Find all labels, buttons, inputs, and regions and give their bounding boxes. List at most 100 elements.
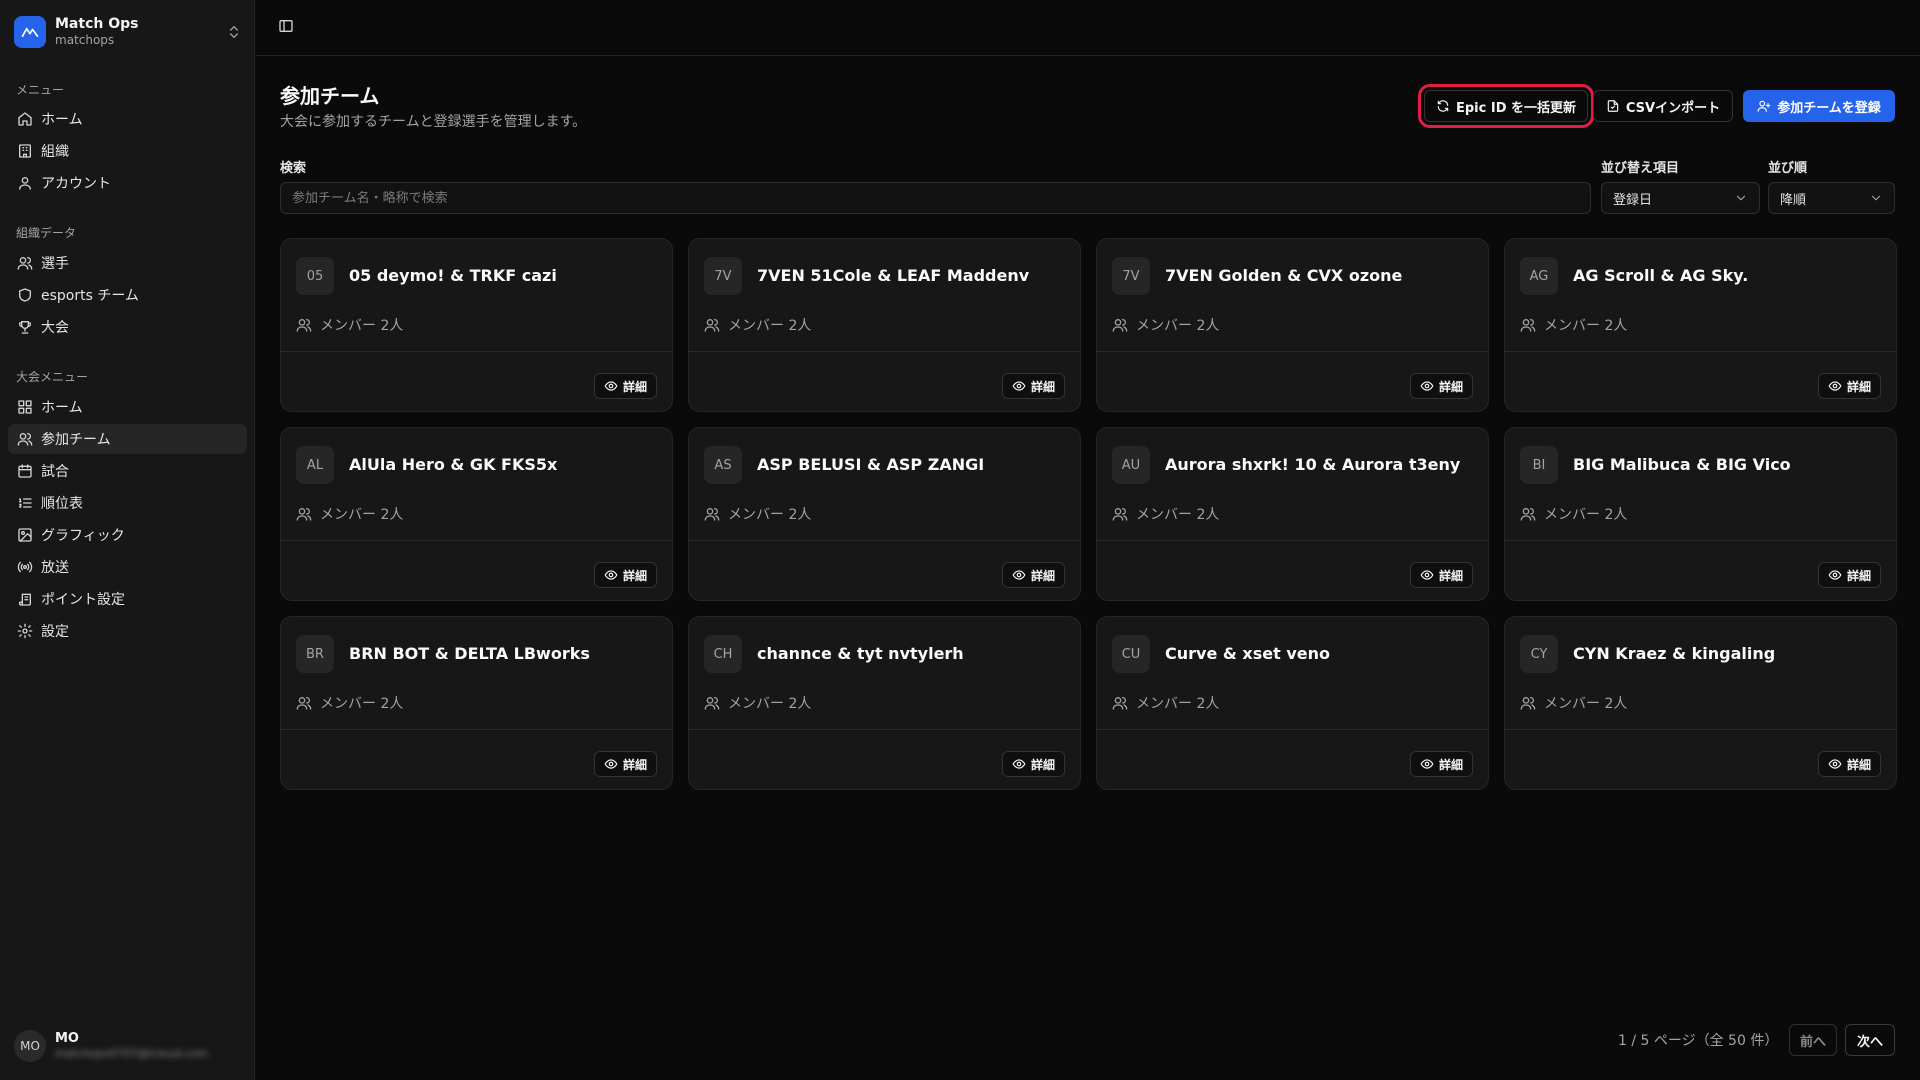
detail-button[interactable]: 詳細 [1001, 562, 1065, 588]
sidebar-item-esports-teams[interactable]: esports チーム [8, 280, 247, 310]
eye-icon [1828, 568, 1842, 582]
detail-label: 詳細 [1030, 568, 1055, 583]
detail-button[interactable]: 詳細 [1409, 751, 1473, 777]
users-icon [704, 695, 720, 711]
page-description: 大会に参加するチームと登録選手を管理します。 [280, 114, 587, 130]
sidebar: Match Ops matchops メニュー ホーム 組織 アカウント 組織デ… [0, 0, 255, 1080]
detail-button[interactable]: 詳細 [1817, 751, 1881, 777]
team-card[interactable]: CY CYN Kraez & kingaling メンバー 2人 詳細 [1504, 616, 1897, 790]
sidebar-item-label: 参加チーム [41, 432, 111, 448]
avatar: MO [14, 1030, 46, 1062]
detail-button[interactable]: 詳細 [1001, 373, 1065, 399]
chevron-down-icon [1869, 191, 1883, 205]
team-card[interactable]: 05 05 deymo! & TRKF cazi メンバー 2人 詳細 [280, 238, 673, 412]
members-count: メンバー 2人 [1544, 507, 1628, 523]
team-avatar: AG [1520, 257, 1558, 295]
search-input[interactable] [280, 182, 1591, 214]
sidebar-item-label: esports チーム [41, 288, 139, 304]
register-team-button[interactable]: 参加チームを登録 [1743, 90, 1895, 122]
team-card-body: 7V 7VEN Golden & CVX ozone メンバー 2人 [1097, 239, 1488, 352]
search-label: 検索 [280, 161, 307, 176]
sidebar-item-point-settings[interactable]: ポイント設定 [8, 584, 247, 614]
team-card[interactable]: CH channce & tyt nvtylerh メンバー 2人 詳細 [688, 616, 1081, 790]
members-count: メンバー 2人 [1544, 696, 1628, 712]
detail-label: 詳細 [622, 379, 647, 394]
sidebar-item-standings[interactable]: 順位表 [8, 488, 247, 518]
team-members: メンバー 2人 [1520, 693, 1627, 713]
team-card-body: 7V 7VEN 51Cole & LEAF Maddenv メンバー 2人 [689, 239, 1080, 352]
sidebar-group-label-tournament-menu: 大会メニュー [16, 370, 89, 384]
team-card[interactable]: AL AlUla Hero & GK FKS5x メンバー 2人 詳細 [280, 427, 673, 601]
sidebar-item-matches[interactable]: 試合 [8, 456, 247, 486]
team-avatar: AU [1112, 446, 1150, 484]
sidebar-item-organization[interactable]: 組織 [8, 136, 247, 166]
team-card[interactable]: CU Curve & xset veno メンバー 2人 詳細 [1096, 616, 1489, 790]
sidebar-item-graphics[interactable]: グラフィック [8, 520, 247, 550]
sort-field-select[interactable]: 登録日 [1601, 182, 1760, 214]
team-card[interactable]: BI BIG Malibuca & BIG Vico メンバー 2人 詳細 [1504, 427, 1897, 601]
sidebar-item-settings[interactable]: 設定 [8, 616, 247, 646]
detail-button[interactable]: 詳細 [1001, 751, 1065, 777]
csv-import-button[interactable]: CSVインポート [1593, 90, 1733, 122]
workspace-switcher[interactable]: Match Ops matchops [14, 14, 242, 50]
detail-button[interactable]: 詳細 [1409, 562, 1473, 588]
users-icon [1520, 317, 1536, 333]
members-count: メンバー 2人 [1136, 318, 1220, 334]
sort-field-label: 並び替え項目 [1601, 161, 1680, 176]
team-card[interactable]: AU Aurora shxrk! 10 & Aurora t3eny メンバー … [1096, 427, 1489, 601]
detail-button[interactable]: 詳細 [1817, 562, 1881, 588]
sidebar-item-participating-teams[interactable]: 参加チーム [8, 424, 247, 454]
detail-label: 詳細 [1030, 757, 1055, 772]
bulk-update-epic-id-button[interactable]: Epic ID を一括更新 [1418, 84, 1594, 128]
sidebar-item-label: ポイント設定 [41, 592, 125, 608]
sidebar-item-broadcast[interactable]: 放送 [8, 552, 247, 582]
team-card-body: BR BRN BOT & DELTA LBworks メンバー 2人 [281, 617, 672, 730]
sidebar-item-tournament-home[interactable]: ホーム [8, 392, 247, 422]
team-card[interactable]: AS ASP BELUSI & ASP ZANGI メンバー 2人 詳細 [688, 427, 1081, 601]
users-icon [17, 431, 41, 447]
team-card-body: 05 05 deymo! & TRKF cazi メンバー 2人 [281, 239, 672, 352]
team-name: Aurora shxrk! 10 & Aurora t3eny [1165, 455, 1461, 474]
team-avatar: AS [704, 446, 742, 484]
sidebar-item-home[interactable]: ホーム [8, 104, 247, 134]
home-icon [17, 111, 41, 127]
eye-icon [604, 757, 618, 771]
panel-left-icon[interactable] [278, 18, 294, 34]
eye-icon [1012, 568, 1026, 582]
detail-button[interactable]: 詳細 [1409, 373, 1473, 399]
team-card[interactable]: 7V 7VEN Golden & CVX ozone メンバー 2人 詳細 [1096, 238, 1489, 412]
detail-button[interactable]: 詳細 [593, 751, 657, 777]
detail-button[interactable]: 詳細 [1817, 373, 1881, 399]
sidebar-item-tournaments[interactable]: 大会 [8, 312, 247, 342]
prev-page-button[interactable]: 前へ [1789, 1024, 1837, 1056]
detail-button[interactable]: 詳細 [593, 373, 657, 399]
shield-icon [17, 287, 41, 303]
team-card[interactable]: 7V 7VEN 51Cole & LEAF Maddenv メンバー 2人 詳細 [688, 238, 1081, 412]
detail-label: 詳細 [1846, 379, 1871, 394]
team-avatar: CY [1520, 635, 1558, 673]
eye-icon [1828, 379, 1842, 393]
user-text: MO matchops0707@icloud.com [55, 1031, 208, 1061]
detail-button[interactable]: 詳細 [593, 562, 657, 588]
trophy-icon [17, 319, 41, 335]
sort-order-label: 並び順 [1768, 161, 1808, 176]
detail-label: 詳細 [1438, 568, 1463, 583]
team-card-body: AS ASP BELUSI & ASP ZANGI メンバー 2人 [689, 428, 1080, 541]
members-count: メンバー 2人 [1136, 696, 1220, 712]
team-card[interactable]: BR BRN BOT & DELTA LBworks メンバー 2人 詳細 [280, 616, 673, 790]
team-name: BIG Malibuca & BIG Vico [1573, 455, 1791, 474]
team-card[interactable]: AG AG Scroll & AG Sky. メンバー 2人 詳細 [1504, 238, 1897, 412]
users-icon [296, 506, 312, 522]
pagination-info: 1 / 5 ページ（全 50 件） [1618, 1033, 1779, 1049]
team-members: メンバー 2人 [296, 693, 403, 713]
next-page-button[interactable]: 次へ [1845, 1024, 1895, 1056]
sidebar-item-players[interactable]: 選手 [8, 248, 247, 278]
members-count: メンバー 2人 [1136, 507, 1220, 523]
team-card-grid: 05 05 deymo! & TRKF cazi メンバー 2人 詳細 7V 7… [280, 238, 1897, 790]
team-name: AlUla Hero & GK FKS5x [349, 455, 558, 474]
user-menu[interactable]: MO MO matchops0707@icloud.com [14, 1030, 208, 1062]
team-name: 7VEN 51Cole & LEAF Maddenv [757, 266, 1030, 285]
sort-order-select[interactable]: 降順 [1768, 182, 1895, 214]
team-members: メンバー 2人 [704, 315, 811, 335]
sidebar-item-account[interactable]: アカウント [8, 168, 247, 198]
